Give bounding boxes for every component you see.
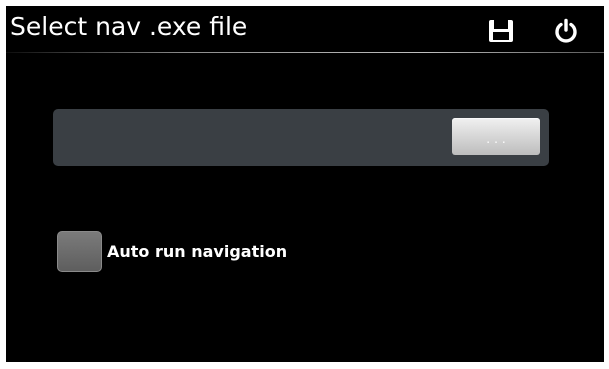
file-path-field[interactable]	[61, 119, 445, 157]
power-icon	[555, 18, 577, 43]
power-button[interactable]	[551, 16, 581, 46]
browse-button-label: ...	[486, 131, 510, 146]
floppy-disk-icon	[489, 20, 513, 42]
save-button[interactable]	[486, 16, 516, 46]
file-path-panel: ...	[53, 109, 549, 166]
browse-button[interactable]: ...	[452, 118, 540, 155]
page-title: Select nav .exe file	[10, 12, 248, 41]
auto-run-checkbox[interactable]	[57, 230, 102, 272]
auto-run-option[interactable]: Auto run navigation	[57, 230, 287, 272]
auto-run-label: Auto run navigation	[107, 241, 288, 261]
title-bar: Select nav .exe file	[6, 6, 604, 54]
title-divider	[6, 52, 604, 53]
app-screen: Select nav .exe file ... Auto run naviga…	[6, 6, 604, 362]
